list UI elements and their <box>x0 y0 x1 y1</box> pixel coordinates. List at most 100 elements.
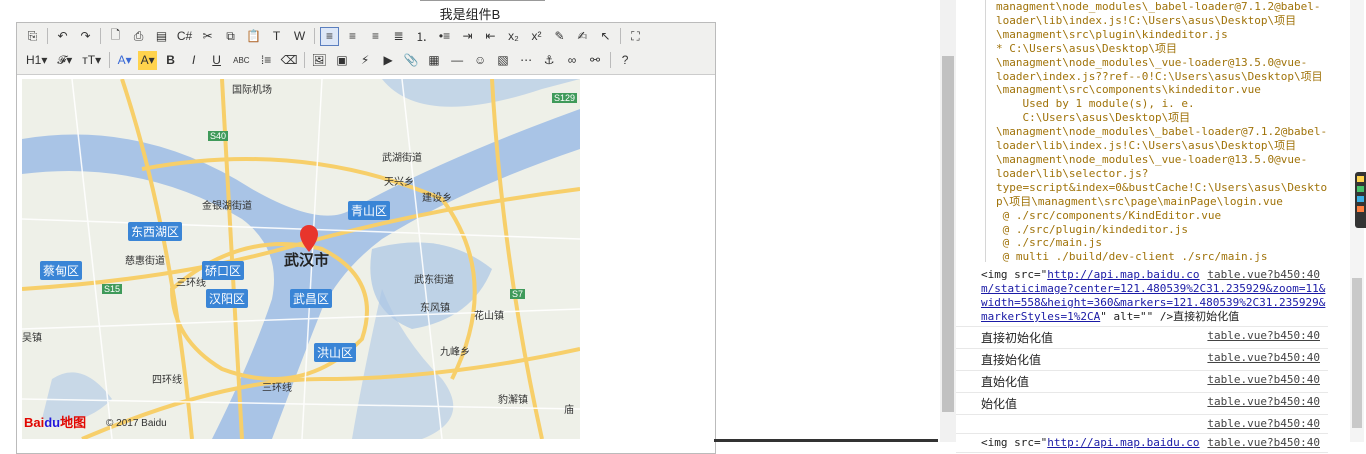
pagebreak-icon[interactable]: ⋯ <box>517 51 536 70</box>
img-tag-prefix: <img src=" <box>981 436 1048 449</box>
fullscreen-icon[interactable]: ⛶ <box>626 27 645 46</box>
city-label: 武汉市 <box>284 252 330 269</box>
code-line: C:\Users\asus\Desktop\项目 <box>996 111 1191 125</box>
console-source-link[interactable]: table.vue?b450:40 <box>1207 329 1320 342</box>
heading-icon[interactable]: H1▾ <box>23 51 50 70</box>
lineheight-icon[interactable]: ⁞≡ <box>257 51 276 70</box>
code-icon[interactable]: C# <box>175 27 194 46</box>
code-line: loader\lib\index.js!C:\Users\asus\Deskto… <box>996 139 1297 153</box>
forecolor-icon[interactable]: A▾ <box>115 51 134 70</box>
console-source-link[interactable]: table.vue?b450:40 <box>1207 373 1320 386</box>
strikethrough-icon[interactable]: ABC <box>230 51 252 70</box>
img-url-link[interactable]: http://api.map.baidu.co <box>1047 436 1199 449</box>
code-line: type=script&index=0&bustCache!C:\Users\a… <box>996 180 1328 194</box>
fontsize-icon[interactable]: тT▾ <box>79 51 104 70</box>
code-line: \managment\node_modules\_vue-loader@13.5… <box>996 55 1308 69</box>
flash-icon[interactable]: ⚡ <box>356 51 375 70</box>
console-source-link[interactable]: table.vue?b450:40 <box>1207 351 1320 364</box>
kindeditor[interactable]: ⎘ ↶ ↷ 🗋 ⎙ ▤ C# ✂ ⧉ 📋 T W ≡ ≡ ≡ ≣ ⒈ •≡ ⇥ ⇤ x₂ x² ✎ ✍ ↖ ⛶ H1▾ 𝓕▾ тT▾ A… <box>16 22 716 454</box>
subscript-icon[interactable]: x₂ <box>504 27 523 46</box>
template-icon[interactable]: ▤ <box>152 27 171 46</box>
quickformat-icon[interactable]: ✍ <box>573 27 592 46</box>
console-source-link[interactable]: table.vue?b450:40 <box>1207 417 1320 430</box>
image-icon[interactable]: 🖼 <box>310 51 329 70</box>
anchor-icon[interactable]: ⚓ <box>540 51 559 70</box>
map-place-label: 建设乡 <box>422 193 452 204</box>
unorderedlist-icon[interactable]: •≡ <box>435 27 454 46</box>
orderedlist-icon[interactable]: ⒈ <box>412 27 431 46</box>
emoticons-icon[interactable]: ☺ <box>471 51 490 70</box>
clearhtml-icon[interactable]: ✎ <box>550 27 569 46</box>
multiimage-icon[interactable]: ▣ <box>333 51 352 70</box>
map-copyright: © 2017 Baidu <box>106 418 167 429</box>
cut-icon[interactable]: ✂ <box>198 27 217 46</box>
bold-icon[interactable]: B <box>161 51 180 70</box>
underline-icon[interactable]: U <box>207 51 226 70</box>
insertfile-icon[interactable]: 📎 <box>402 51 421 70</box>
baidumap-icon[interactable]: ▧ <box>494 51 513 70</box>
logo-bai: Bai <box>24 415 45 430</box>
wordpaste-icon[interactable]: W <box>290 27 309 46</box>
table-icon[interactable]: ▦ <box>425 51 444 70</box>
console-source-link[interactable]: table.vue?b450:40 <box>1207 436 1320 450</box>
district-badge: 洪山区 <box>314 343 357 362</box>
unlink-icon[interactable]: ⚯ <box>586 51 605 70</box>
map-place-label: 国际机场 <box>232 85 272 96</box>
selectall-icon[interactable]: ↖ <box>596 27 615 46</box>
hilitecolor-icon[interactable]: A▾ <box>138 50 158 70</box>
code-line: loader\index.js??ref--0!C:\Users\asus\De… <box>996 69 1323 83</box>
scrollbar-thumb[interactable] <box>942 56 954 412</box>
code-line: loader\lib\selector.js? <box>996 166 1149 180</box>
map-place-label: S15 <box>102 284 123 294</box>
code-line: * C:\Users\asus\Desktop\项目 <box>996 41 1177 55</box>
undo-icon[interactable]: ↶ <box>53 27 72 46</box>
code-line: @ ./src/main.js <box>996 236 1102 250</box>
code-line: p\项目\managment\src\page\mainPage\login.v… <box>996 194 1283 208</box>
map-place-label: 花山镇 <box>474 311 504 322</box>
hr-icon[interactable]: ― <box>448 51 467 70</box>
img-url-link-3[interactable]: width=558&height=360&markers=121.480539%… <box>981 296 1325 309</box>
removeformat-icon[interactable]: ⌫ <box>280 51 299 70</box>
console-message: 直始化值 <box>981 375 1030 389</box>
justifyright-icon[interactable]: ≡ <box>366 27 385 46</box>
img-url-link-2[interactable]: m/staticimage?center=121.480539%2C31.235… <box>981 282 1325 295</box>
console-source-link[interactable]: table.vue?b450:40 <box>1207 395 1320 408</box>
paste-icon[interactable]: 📋 <box>244 27 263 46</box>
meter-widget <box>1355 172 1366 228</box>
toolbar-separator <box>314 28 315 44</box>
console-row: <img src="http://api.map.baidu.co table.… <box>956 434 1328 453</box>
print-icon[interactable]: ⎙ <box>129 27 148 46</box>
img-url-link-4[interactable]: markerStyles=1%2CA <box>981 310 1100 323</box>
about-icon[interactable]: ? <box>616 51 635 70</box>
console-scrollbar-thumb[interactable] <box>1352 278 1362 428</box>
italic-icon[interactable]: I <box>184 51 203 70</box>
source-icon[interactable]: ⎘ <box>23 27 42 46</box>
page-title: 我是组件B <box>439 7 501 22</box>
link-icon[interactable]: ∞ <box>563 51 582 70</box>
district-badge: 青山区 <box>348 201 391 220</box>
indent-icon[interactable]: ⇥ <box>458 27 477 46</box>
fontname-icon[interactable]: 𝓕▾ <box>54 51 75 70</box>
map-place-label: S129 <box>552 93 578 103</box>
devtools-scrollbar[interactable] <box>940 0 956 442</box>
img-url-link[interactable]: http://api.map.baidu.co <box>1047 268 1199 281</box>
map-place-label: S7 <box>510 289 526 299</box>
copy-icon[interactable]: ⧉ <box>221 27 240 46</box>
plainpaste-icon[interactable]: T <box>267 27 286 46</box>
map-place-label: 吴镇 <box>22 333 42 344</box>
map-place-label: 庙 <box>564 405 574 416</box>
justifycenter-icon[interactable]: ≡ <box>343 27 362 46</box>
justifyleft-icon[interactable]: ≡ <box>320 26 339 46</box>
console-source-link[interactable]: table.vue?b450:40 <box>1207 268 1320 282</box>
img-tag-prefix: <img src=" <box>981 268 1048 281</box>
code-line: Used by 1 module(s), i. e. <box>996 97 1195 111</box>
media-icon[interactable]: ▶ <box>379 51 398 70</box>
justifyfull-icon[interactable]: ≣ <box>389 27 408 46</box>
outdent-icon[interactable]: ⇤ <box>481 27 500 46</box>
toolbar-separator <box>620 28 621 44</box>
preview-icon[interactable]: 🗋 <box>106 27 125 46</box>
redo-icon[interactable]: ↷ <box>76 27 95 46</box>
map-place-label: 四环线 <box>152 375 182 386</box>
superscript-icon[interactable]: x² <box>527 27 546 46</box>
code-line: loader\lib\index.js!C:\Users\asus\Deskto… <box>996 13 1297 27</box>
